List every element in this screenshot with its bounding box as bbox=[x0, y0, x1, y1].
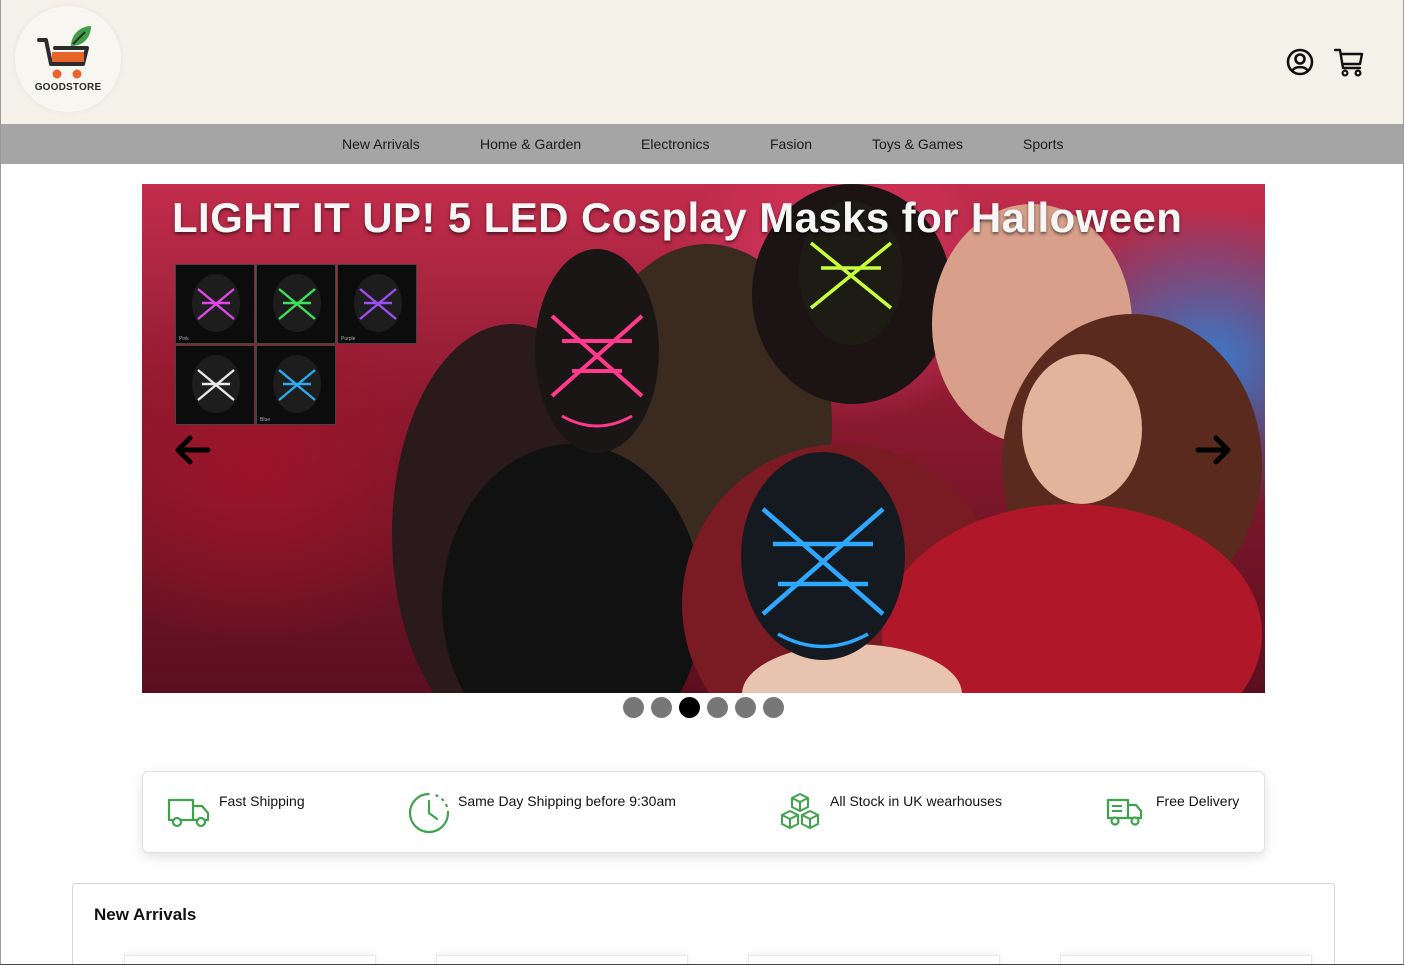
category-nav: New Arrivals Home & Garden Electronics F… bbox=[1, 124, 1403, 164]
feature-uk-stock: All Stock in UK wearhouses bbox=[830, 793, 1002, 809]
blue-led-mask bbox=[741, 452, 905, 660]
clock-icon bbox=[408, 792, 450, 834]
page-frame: GOODSTORE New Arrivals Home & Garden Ele… bbox=[0, 0, 1404, 965]
product-card[interactable] bbox=[436, 955, 688, 964]
thumbnail-label: Blue bbox=[260, 417, 271, 423]
feature-same-day-shipping: Same Day Shipping before 9:30am bbox=[458, 793, 676, 809]
mask-thumbnail: Purple bbox=[337, 264, 417, 344]
product-card[interactable] bbox=[748, 955, 1000, 964]
led-mask-icon bbox=[192, 274, 240, 332]
feature-strip: Fast Shipping Same Day Shipping before 9… bbox=[142, 771, 1265, 853]
product-card[interactable] bbox=[1060, 955, 1312, 964]
site-header: GOODSTORE bbox=[1, 0, 1403, 124]
section-title: New Arrivals bbox=[94, 905, 197, 924]
boxes-icon bbox=[781, 793, 819, 829]
led-mask-icon bbox=[192, 355, 240, 413]
thumbnail-label: Pink bbox=[179, 336, 189, 342]
delivery-truck-icon bbox=[1106, 798, 1143, 826]
user-circle-icon[interactable] bbox=[1284, 46, 1316, 78]
store-logo[interactable]: GOODSTORE bbox=[15, 6, 121, 112]
feature-free-delivery: Free Delivery bbox=[1156, 793, 1240, 809]
arrow-left-icon[interactable] bbox=[172, 430, 212, 470]
mask-thumbnail: Blue bbox=[256, 345, 336, 425]
nav-item-sports[interactable]: Sports bbox=[1023, 136, 1063, 152]
hero-figure bbox=[1022, 354, 1142, 504]
carousel-dot[interactable] bbox=[735, 697, 756, 718]
pink-led-mask bbox=[535, 249, 659, 453]
carousel-dot[interactable] bbox=[623, 697, 644, 718]
nav-item-electronics[interactable]: Electronics bbox=[641, 136, 709, 152]
led-mask-icon bbox=[354, 274, 402, 332]
truck-icon bbox=[167, 798, 210, 828]
led-mask-icon bbox=[273, 274, 321, 332]
feature-fast-shipping: Fast Shipping bbox=[219, 793, 305, 809]
mask-thumbnail bbox=[175, 345, 255, 425]
carousel-dot[interactable] bbox=[763, 697, 784, 718]
carousel-dot[interactable] bbox=[651, 697, 672, 718]
mask-thumbnails: Pink Purple Blue bbox=[175, 264, 419, 429]
hero-title: LIGHT IT UP! 5 LED Cosplay Masks for Hal… bbox=[172, 194, 1183, 241]
product-card[interactable] bbox=[124, 955, 376, 964]
led-mask-icon bbox=[273, 355, 321, 413]
arrow-right-icon[interactable] bbox=[1194, 430, 1234, 470]
mask-thumbnail bbox=[256, 264, 336, 344]
thumbnail-label: Purple bbox=[341, 336, 356, 342]
nav-item-toys-games[interactable]: Toys & Games bbox=[872, 136, 963, 152]
logo-text: GOODSTORE bbox=[34, 82, 102, 93]
carousel-dot-active[interactable] bbox=[679, 697, 700, 718]
new-arrivals-section: New Arrivals bbox=[72, 883, 1335, 964]
cart-logo-icon bbox=[37, 26, 91, 79]
nav-item-fasion[interactable]: Fasion bbox=[770, 136, 812, 152]
shopping-cart-icon[interactable] bbox=[1333, 46, 1365, 78]
carousel-dot[interactable] bbox=[707, 697, 728, 718]
nav-item-new-arrivals[interactable]: New Arrivals bbox=[342, 136, 420, 152]
hero-carousel[interactable]: LIGHT IT UP! 5 LED Cosplay Masks for Hal… bbox=[142, 184, 1265, 693]
nav-item-home-garden[interactable]: Home & Garden bbox=[480, 136, 581, 152]
mask-thumbnail: Pink bbox=[175, 264, 255, 344]
